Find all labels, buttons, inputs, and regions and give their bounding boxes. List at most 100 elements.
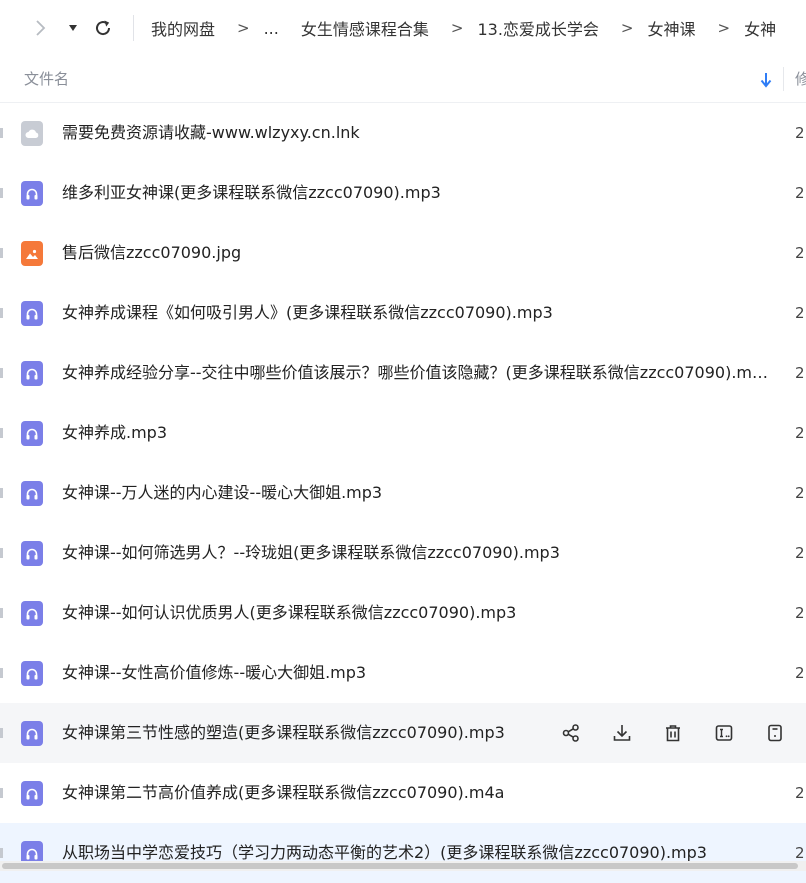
file-modified: 2 — [795, 424, 805, 442]
file-name: 需要免费资源请收藏-www.wlzyxy.cn.lnk — [62, 123, 360, 142]
table-row[interactable]: 女神课--如何筛选男人？--玲珑姐(更多课程联系微信zzcc07090).mp3… — [0, 523, 806, 583]
image-file-icon — [21, 241, 43, 266]
history-dropdown-button[interactable] — [64, 13, 82, 43]
table-row[interactable]: 女神课--女性高价值修炼--暖心大御姐.mp3 2 — [0, 643, 806, 703]
file-modified: 2 — [795, 304, 805, 322]
file-name: 女神课--女性高价值修炼--暖心大御姐.mp3 — [62, 663, 367, 682]
audio-file-icon — [21, 721, 43, 746]
audio-file-icon — [21, 361, 43, 386]
breadcrumb-ellipsis[interactable]: ... — [264, 19, 279, 38]
file-name: 女神养成经验分享--交往中哪些价值该展示？哪些价值该隐藏？(更多课程联系微信zz… — [62, 363, 768, 382]
file-modified: 2 — [795, 124, 805, 142]
file-modified: 2 — [795, 784, 805, 802]
row-marker — [0, 728, 3, 738]
breadcrumb-item[interactable]: 女生情感课程合集 — [301, 16, 429, 40]
file-modified: 2 — [795, 664, 805, 682]
navigation-bar: 我的网盘 > ... 女生情感课程合集 > 13.恋爱成长学会 > 女神课 > … — [0, 0, 806, 56]
forward-button[interactable] — [30, 13, 50, 43]
audio-file-icon — [21, 181, 43, 206]
share-button[interactable] — [558, 720, 584, 746]
audio-file-icon — [21, 301, 43, 326]
file-details-icon — [768, 724, 782, 742]
file-name: 维多利亚女神课(更多课程联系微信zzcc07090).mp3 — [62, 183, 441, 202]
row-marker — [0, 668, 3, 678]
table-row[interactable]: 需要免费资源请收藏-www.wlzyxy.cn.lnk 2 — [0, 103, 806, 163]
breadcrumb-root[interactable]: 我的网盘 — [151, 16, 215, 40]
audio-file-icon — [21, 421, 43, 446]
file-name: 从职场当中学恋爱技巧（学习力两动态平衡的艺术2）(更多课程联系微信zzcc070… — [62, 843, 707, 862]
download-button[interactable] — [609, 720, 635, 746]
chevron-right-icon — [36, 20, 46, 36]
breadcrumb-item[interactable]: 女神课 — [647, 16, 695, 40]
audio-file-icon — [21, 781, 43, 806]
table-row[interactable]: 女神课--如何认识优质男人(更多课程联系微信zzcc07090).mp3 2 — [0, 583, 806, 643]
table-row-selected[interactable]: 从职场当中学恋爱技巧（学习力两动态平衡的艺术2）(更多课程联系微信zzcc070… — [0, 823, 806, 883]
file-modified: 2 — [795, 364, 805, 382]
row-marker — [0, 428, 3, 438]
table-row[interactable]: 女神课--万人迷的内心建设--暖心大御姐.mp3 2 — [0, 463, 806, 523]
scrollbar-thumb[interactable] — [2, 863, 798, 869]
file-modified: 2 — [795, 844, 805, 862]
breadcrumb: 我的网盘 > ... 女生情感课程合集 > 13.恋爱成长学会 > 女神课 > … — [151, 0, 776, 56]
row-marker — [0, 128, 3, 138]
column-header-modified[interactable]: 修 — [795, 56, 806, 102]
file-name: 女神课--万人迷的内心建设--暖心大御姐.mp3 — [62, 483, 383, 502]
file-list: 需要免费资源请收藏-www.wlzyxy.cn.lnk 2 维多利亚女神课(更多… — [0, 103, 806, 883]
file-modified: 2 — [795, 544, 805, 562]
more-button[interactable] — [762, 720, 788, 746]
caret-down-icon — [69, 25, 77, 31]
breadcrumb-item[interactable]: 13.恋爱成长学会 — [477, 16, 598, 40]
row-marker — [0, 248, 3, 258]
row-marker — [0, 548, 3, 558]
link-file-icon — [21, 121, 43, 146]
table-row[interactable]: 女神养成课程《如何吸引男人》(更多课程联系微信zzcc07090).mp3 2 — [0, 283, 806, 343]
row-actions — [558, 720, 788, 746]
audio-file-icon — [21, 661, 43, 686]
delete-button[interactable] — [660, 720, 686, 746]
file-modified: 2 — [795, 184, 805, 202]
table-row[interactable]: 女神课第二节高价值养成(更多课程联系微信zzcc07090).m4a 2 — [0, 763, 806, 823]
file-name: 女神课第二节高价值养成(更多课程联系微信zzcc07090).m4a — [62, 783, 505, 802]
trash-icon — [666, 725, 680, 742]
file-name: 女神课--如何认识优质男人(更多课程联系微信zzcc07090).mp3 — [62, 603, 517, 622]
refresh-icon — [96, 20, 111, 36]
column-header-name[interactable]: 文件名 — [24, 56, 69, 102]
toolbar-divider — [133, 15, 134, 41]
row-marker — [0, 608, 3, 618]
breadcrumb-separator: > — [450, 19, 464, 37]
file-modified: 2 — [795, 484, 805, 502]
file-name: 女神养成课程《如何吸引男人》(更多课程联系微信zzcc07090).mp3 — [62, 303, 553, 322]
row-marker — [0, 788, 3, 798]
refresh-button[interactable] — [91, 13, 115, 43]
file-modified: 2 — [795, 244, 805, 262]
column-resize-handle[interactable] — [783, 67, 784, 91]
table-row[interactable]: 女神养成.mp3 2 — [0, 403, 806, 463]
rename-button[interactable] — [711, 720, 737, 746]
breadcrumb-separator: > — [620, 19, 634, 37]
horizontal-scrollbar[interactable] — [0, 861, 806, 871]
audio-file-icon — [21, 601, 43, 626]
sort-descending-icon[interactable] — [759, 71, 773, 89]
file-name: 女神课第三节性感的塑造(更多课程联系微信zzcc07090).mp3 — [62, 723, 505, 742]
table-row[interactable]: 维多利亚女神课(更多课程联系微信zzcc07090).mp3 2 — [0, 163, 806, 223]
file-name: 女神课--如何筛选男人？--玲珑姐(更多课程联系微信zzcc07090).mp3 — [62, 543, 560, 562]
download-icon — [613, 725, 631, 741]
row-marker — [0, 848, 3, 858]
table-row[interactable]: 女神养成经验分享--交往中哪些价值该展示？哪些价值该隐藏？(更多课程联系微信zz… — [0, 343, 806, 403]
row-marker — [0, 308, 3, 318]
row-marker — [0, 488, 3, 498]
table-row[interactable]: 售后微信zzcc07090.jpg 2 — [0, 223, 806, 283]
share-icon — [562, 724, 579, 742]
rename-icon — [715, 725, 733, 741]
file-name: 女神养成.mp3 — [62, 423, 168, 442]
breadcrumb-separator: > — [237, 19, 250, 37]
row-marker — [0, 368, 3, 378]
row-marker — [0, 188, 3, 198]
table-header: 文件名 修 — [0, 56, 806, 103]
file-name: 售后微信zzcc07090.jpg — [62, 243, 242, 262]
breadcrumb-item-current[interactable]: 女神 — [744, 16, 776, 40]
audio-file-icon — [21, 481, 43, 506]
table-row-hovered[interactable]: 女神课第三节性感的塑造(更多课程联系微信zzcc07090).mp3 — [0, 703, 806, 763]
audio-file-icon — [21, 541, 43, 566]
breadcrumb-separator: > — [717, 19, 731, 37]
